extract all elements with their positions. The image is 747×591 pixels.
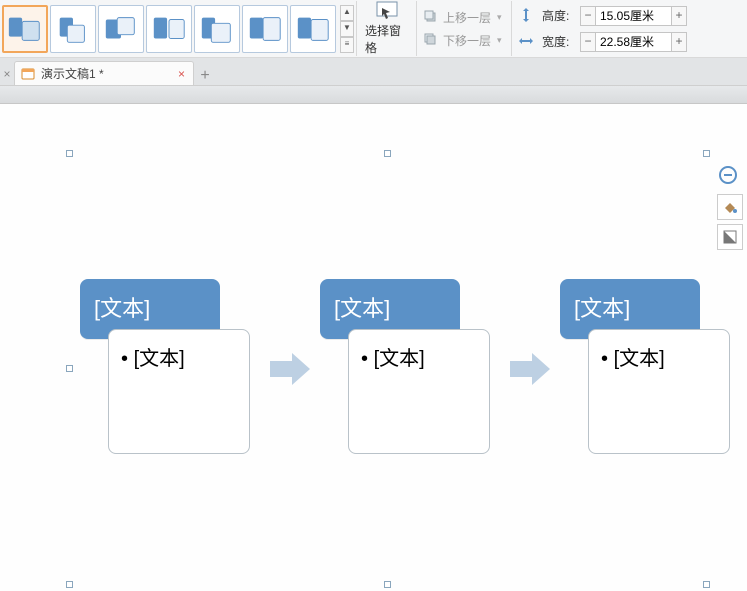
resize-handle-bm[interactable] [384,581,391,588]
context-contrast-button[interactable] [717,224,743,250]
resize-handle-br[interactable] [703,581,710,588]
width-plus-button[interactable]: + [671,32,687,52]
selection-pane-icon [375,1,399,21]
bring-forward-label: 上移一层 [443,9,491,26]
selection-pane-label: 选择窗格 [365,22,408,56]
node-bullet-3: [文本] [601,348,665,370]
send-backward-button[interactable]: 下移一层 ▾ [423,32,505,49]
document-tab-title: 演示文稿1 * [41,65,104,82]
layout-thumb-4[interactable] [146,5,192,53]
smartart-graphic[interactable]: [文本] [文本] [文本] [文本] [文本] [文本] [80,279,740,459]
layout-thumb-7[interactable] [290,5,336,53]
node-body-2[interactable]: [文本] [348,329,490,454]
layout-thumb-1[interactable] [2,5,48,53]
tabbar-close-button[interactable]: × [0,63,14,85]
width-row: 宽度: − + [518,32,687,52]
context-toolbar [717,194,743,250]
width-input[interactable] [596,32,671,52]
smartart-node-3[interactable]: [文本] [文本] [560,279,740,459]
height-icon [518,7,536,25]
resize-handle-ml[interactable] [66,365,73,372]
arrow-icon [270,351,310,387]
smartart-node-1[interactable]: [文本] [文本] [80,279,260,459]
height-plus-button[interactable]: + [671,6,687,26]
resize-handle-tm[interactable] [384,150,391,157]
arrange-layer-group: 上移一层 ▾ 下移一层 ▾ [417,1,512,56]
document-tab-bar: × 演示文稿1 * × + [0,58,747,86]
layout-icon [6,10,44,48]
node-bullet-1: [文本] [121,348,185,370]
node-body-3[interactable]: [文本] [588,329,730,454]
width-icon [518,33,536,51]
height-minus-button[interactable]: − [580,6,596,26]
gallery-up-button[interactable]: ▲ [340,5,354,21]
width-label: 宽度: [542,33,574,50]
height-row: 高度: − + [518,6,687,26]
layout-gallery-items [0,3,338,55]
arrow-icon [510,351,550,387]
layout-thumb-5[interactable] [194,5,240,53]
selection-pane-group[interactable]: 选择窗格 [357,1,417,56]
gallery-more-button[interactable]: ≡ [340,37,354,53]
layout-thumb-6[interactable] [242,5,288,53]
context-remove-button[interactable] [719,166,737,184]
send-backward-label: 下移一层 [443,32,491,49]
layout-gallery: ▲ ▼ ≡ [0,1,357,56]
height-label: 高度: [542,7,574,24]
node-body-1[interactable]: [文本] [108,329,250,454]
height-input[interactable] [596,6,671,26]
smartart-node-2[interactable]: [文本] [文本] [320,279,500,459]
gallery-spinner: ▲ ▼ ≡ [338,3,356,55]
layout-thumb-3[interactable] [98,5,144,53]
resize-handle-tl[interactable] [66,150,73,157]
width-minus-button[interactable]: − [580,32,596,52]
layout-thumb-2[interactable] [50,5,96,53]
document-tab[interactable]: 演示文稿1 * × [14,61,194,85]
resize-handle-bl[interactable] [66,581,73,588]
node-bullet-2: [文本] [361,348,425,370]
dimension-group: 高度: − + 宽度: − + [512,1,693,56]
dropdown-caret-icon: ▾ [495,35,502,46]
new-tab-button[interactable]: + [194,67,216,85]
dropdown-caret-icon: ▾ [495,12,502,23]
resize-handle-tr[interactable] [703,150,710,157]
context-fill-button[interactable] [717,194,743,220]
bring-forward-icon [423,9,439,25]
send-backward-icon [423,32,439,48]
tab-close-icon[interactable]: × [178,67,185,81]
ribbon-toolbar: ▲ ▼ ≡ 选择窗格 上移一层 ▾ 下移一层 ▾ [0,0,747,58]
slide-stage: [文本] [文本] [文本] [文本] [文本] [文本] [0,104,747,591]
bring-forward-button[interactable]: 上移一层 ▾ [423,9,505,26]
gallery-down-button[interactable]: ▼ [340,21,354,37]
tabbar-shadow [0,86,747,104]
presentation-doc-icon [21,67,35,81]
